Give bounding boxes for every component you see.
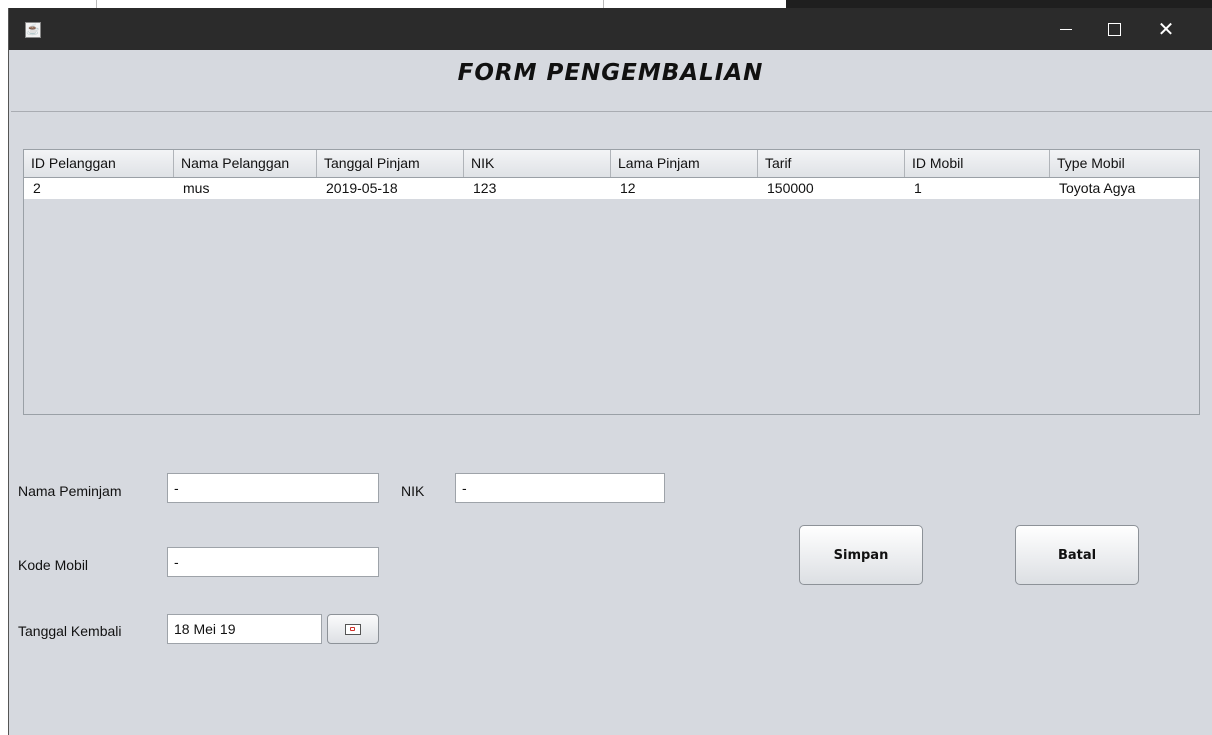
tanggal-kembali-field[interactable]: 18 Mei 19 <box>167 614 322 644</box>
title-bar[interactable]: ☕ ✕ <box>9 8 1212 50</box>
column-header[interactable]: Nama Pelanggan <box>174 150 317 177</box>
column-header[interactable]: Lama Pinjam <box>611 150 758 177</box>
table-cell: 2019-05-18 <box>326 180 398 196</box>
nama-peminjam-label: Nama Peminjam <box>18 483 122 499</box>
date-picker-button[interactable] <box>327 614 379 644</box>
table-cell: 123 <box>473 180 497 196</box>
column-header[interactable]: Tanggal Pinjam <box>317 150 464 177</box>
close-icon: ✕ <box>1157 18 1175 41</box>
minimize-icon <box>1060 28 1072 30</box>
title-separator <box>11 111 1212 112</box>
desktop-divider <box>96 0 97 8</box>
column-header[interactable]: ID Pelanggan <box>24 150 174 177</box>
desktop-divider <box>603 0 604 8</box>
java-icon: ☕ <box>25 22 41 38</box>
maximize-icon <box>1107 22 1121 36</box>
desktop-dark-region <box>786 0 1212 8</box>
table-header: ID Pelanggan Nama Pelanggan Tanggal Pinj… <box>24 150 1199 178</box>
batal-button[interactable]: Batal <box>1015 525 1139 585</box>
column-header[interactable]: NIK <box>464 150 611 177</box>
nik-label: NIK <box>401 483 425 499</box>
table-cell: 150000 <box>767 180 814 196</box>
minimize-button[interactable] <box>1043 8 1089 50</box>
column-header[interactable]: Type Mobil <box>1050 150 1199 177</box>
column-header[interactable]: Tarif <box>758 150 905 177</box>
nama-peminjam-field[interactable]: - <box>167 473 379 503</box>
table-cell: 2 <box>33 180 41 196</box>
form-title: FORM PENGEMBALIAN <box>457 60 764 86</box>
nik-field[interactable]: - <box>455 473 665 503</box>
column-header[interactable]: ID Mobil <box>905 150 1050 177</box>
table-cell: 1 <box>914 180 922 196</box>
kode-mobil-field[interactable]: - <box>167 547 379 577</box>
maximize-button[interactable] <box>1091 8 1137 50</box>
tanggal-kembali-label: Tanggal Kembali <box>18 623 122 639</box>
calendar-icon <box>345 623 361 635</box>
table-row[interactable]: 2 mus 2019-05-18 123 12 150000 1 Toyota … <box>24 178 1199 199</box>
simpan-button[interactable]: Simpan <box>799 525 923 585</box>
app-window: ☕ ✕ FORM PENGEMBALIAN ID Pelanggan Nama … <box>8 8 1212 735</box>
table-cell: Toyota Agya <box>1059 180 1136 196</box>
kode-mobil-label: Kode Mobil <box>18 557 89 573</box>
rental-table[interactable]: ID Pelanggan Nama Pelanggan Tanggal Pinj… <box>23 149 1200 415</box>
table-cell: mus <box>183 180 210 196</box>
table-cell: 12 <box>620 180 636 196</box>
close-button[interactable]: ✕ <box>1143 8 1189 50</box>
